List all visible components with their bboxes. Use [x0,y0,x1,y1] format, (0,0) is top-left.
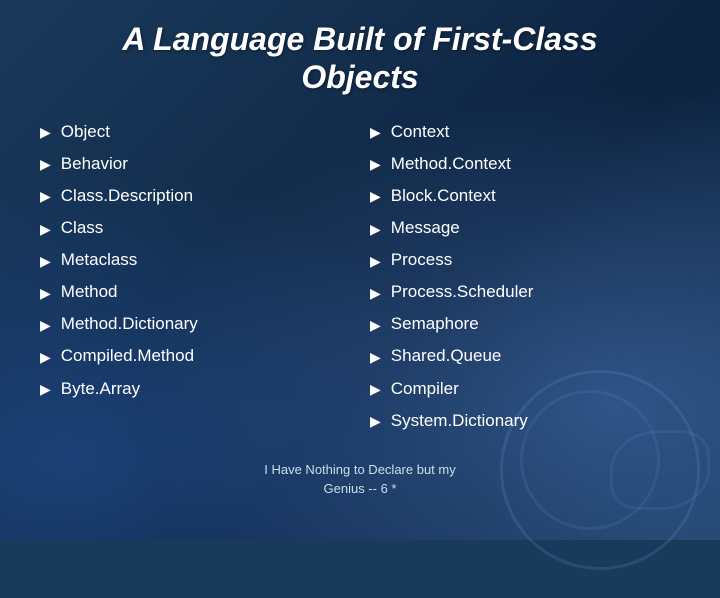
arrow-icon: ▶ [40,155,51,173]
item-label: Block.Context [391,185,496,207]
item-label: Context [391,121,450,143]
title-line1: A Language Built of First-Class [122,21,597,57]
item-label: Class [61,217,104,239]
main-content: A Language Built of First-Class Objects … [0,0,720,509]
arrow-icon: ▶ [370,316,381,334]
item-label: Byte.Array [61,378,140,400]
arrow-icon: ▶ [370,252,381,270]
arrow-icon: ▶ [370,412,381,430]
list-item: ▶ Process.Scheduler [370,281,680,303]
list-item: ▶ Shared.Queue [370,345,680,367]
slide-title: A Language Built of First-Class Objects [30,20,690,97]
arrow-icon: ▶ [370,220,381,238]
arrow-icon: ▶ [40,252,51,270]
footer-text: I Have Nothing to Declare but my Genius … [30,460,690,499]
list-item: ▶ Compiler [370,378,680,400]
arrow-icon: ▶ [370,187,381,205]
item-label: Shared.Queue [391,345,502,367]
arrow-icon: ▶ [40,187,51,205]
list-item: ▶ Block.Context [370,185,680,207]
list-item: ▶ Metaclass [40,249,350,271]
list-item: ▶ Semaphore [370,313,680,335]
list-item: ▶ Class.Description [40,185,350,207]
arrow-icon: ▶ [370,155,381,173]
item-label: Process.Scheduler [391,281,534,303]
arrow-icon: ▶ [40,284,51,302]
list-item: ▶ Method.Context [370,153,680,175]
item-label: Metaclass [61,249,138,271]
list-item: ▶ Object [40,121,350,143]
title-line2: Objects [301,59,418,95]
list-item: ▶ Process [370,249,680,271]
content-columns: ▶ Object ▶ Behavior ▶ Class.Description … [30,121,690,442]
list-item: ▶ Method.Dictionary [40,313,350,335]
item-label: Message [391,217,460,239]
left-column: ▶ Object ▶ Behavior ▶ Class.Description … [30,121,360,442]
arrow-icon: ▶ [370,380,381,398]
item-label: Method.Dictionary [61,313,198,335]
item-label: Compiled.Method [61,345,194,367]
arrow-icon: ▶ [40,316,51,334]
list-item: ▶ Message [370,217,680,239]
item-label: System.Dictionary [391,410,528,432]
footer-line1: I Have Nothing to Declare but my [264,462,455,477]
item-label: Semaphore [391,313,479,335]
list-item: ▶ Class [40,217,350,239]
arrow-icon: ▶ [40,220,51,238]
item-label: Behavior [61,153,128,175]
list-item: ▶ Byte.Array [40,378,350,400]
item-label: Method [61,281,118,303]
item-label: Process [391,249,452,271]
item-label: Class.Description [61,185,193,207]
arrow-icon: ▶ [40,123,51,141]
list-item: ▶ Context [370,121,680,143]
arrow-icon: ▶ [370,348,381,366]
list-item: ▶ Compiled.Method [40,345,350,367]
item-label: Method.Context [391,153,511,175]
list-item: ▶ Behavior [40,153,350,175]
right-column: ▶ Context ▶ Method.Context ▶ Block.Conte… [360,121,690,442]
arrow-icon: ▶ [370,284,381,302]
item-label: Compiler [391,378,459,400]
arrow-icon: ▶ [370,123,381,141]
item-label: Object [61,121,110,143]
list-item: ▶ Method [40,281,350,303]
list-item: ▶ System.Dictionary [370,410,680,432]
arrow-icon: ▶ [40,380,51,398]
footer-line2: Genius -- 6 * [324,481,397,496]
arrow-icon: ▶ [40,348,51,366]
